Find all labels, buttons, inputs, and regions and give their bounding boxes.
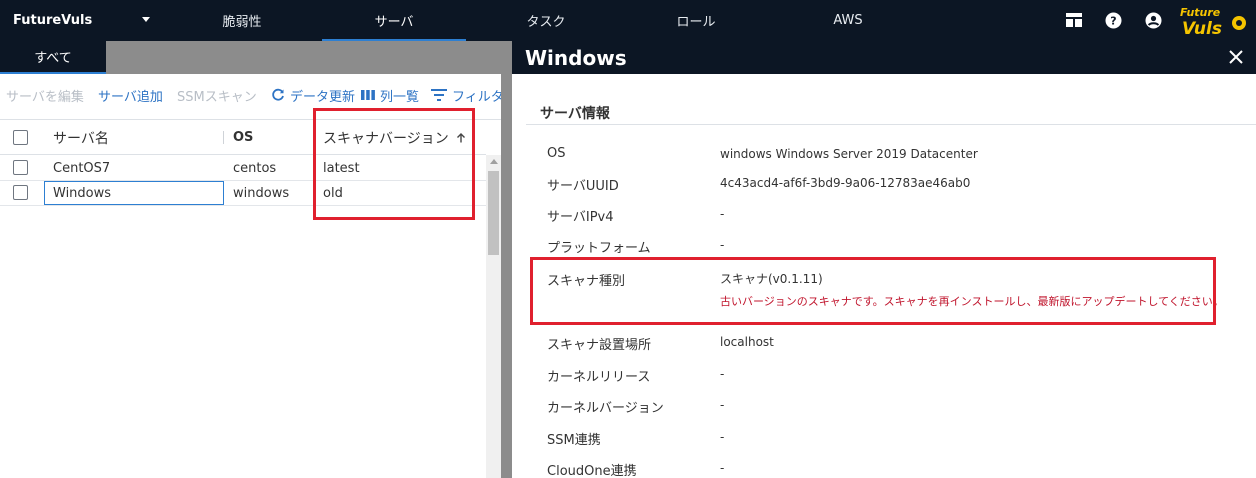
tab-vulnerabilities[interactable]: 脆弱性 — [162, 0, 322, 41]
select-all-checkbox[interactable] — [13, 130, 28, 145]
scanner-version-cell: latest — [323, 160, 360, 176]
button-label: 列一覧 — [380, 89, 420, 105]
field-label-kernel-release: カーネルリリース — [547, 370, 651, 385]
button-label: サーバを編集 — [6, 89, 84, 105]
field-value-platform: - — [720, 238, 725, 252]
column-label: スキャナバージョン — [323, 130, 449, 147]
tab-servers[interactable]: サーバ — [322, 0, 466, 41]
server-list-pane: すべて サーバを編集 サーバ追加 SSMスキャン データ更新 列一覧 フィルタ … — [0, 41, 512, 478]
section-title: サーバ情報 — [540, 106, 610, 122]
refresh-icon — [272, 88, 284, 101]
field-label-server-uuid: サーバUUID — [547, 179, 619, 194]
organization-selector[interactable]: FutureVuls — [0, 0, 160, 41]
field-label-cloudone: CloudOne連携 — [547, 464, 637, 478]
server-name-cell[interactable]: Windows — [44, 181, 224, 205]
ssm-scan-button[interactable]: SSMスキャン — [177, 84, 257, 106]
button-label: サーバ追加 — [98, 89, 163, 105]
help-icon[interactable]: ? — [1104, 11, 1122, 29]
row-checkbox[interactable] — [13, 185, 28, 200]
drawer-header: Windows — [512, 41, 1256, 74]
tab-tasks[interactable]: タスク — [466, 0, 626, 41]
column-separator[interactable] — [313, 131, 314, 144]
column-separator[interactable] — [223, 131, 224, 144]
os-cell: windows — [233, 185, 290, 201]
drawer-title: Windows — [525, 45, 627, 70]
os-cell: centos — [233, 160, 277, 176]
field-value-cloudone: - — [720, 461, 725, 475]
scroll-thumb[interactable] — [488, 171, 499, 255]
add-server-button[interactable]: サーバ追加 — [98, 84, 163, 106]
columns-button[interactable]: 列一覧 — [361, 84, 419, 106]
tab-aws[interactable]: AWS — [768, 0, 928, 41]
tab-label: タスク — [526, 15, 566, 30]
section-divider — [526, 124, 1256, 125]
column-label: サーバ名 — [53, 130, 109, 147]
button-label: フィルタ — [452, 89, 504, 105]
svg-text:Vuls: Vuls — [1182, 19, 1222, 38]
field-value-ssm: - — [720, 430, 725, 444]
field-label-os: OS — [547, 146, 566, 161]
field-label-scanner-type: スキャナ種別 — [547, 274, 626, 289]
filter-button[interactable]: フィルタ — [431, 84, 504, 106]
scanner-outdated-warning: 古いバージョンのスキャナです。スキャナを再インストールし、最新版にアップデートし… — [720, 295, 1224, 308]
organization-name: FutureVuls — [13, 13, 93, 28]
edit-server-button[interactable]: サーバを編集 — [6, 84, 84, 106]
close-icon[interactable] — [1226, 47, 1246, 67]
svg-text:?: ? — [1110, 14, 1116, 27]
server-table: サーバ名 OS スキャナバージョン CentOS7 centos latest … — [0, 119, 501, 478]
pane-divider — [501, 41, 512, 478]
button-label: SSMスキャン — [177, 89, 257, 105]
server-group-tabs: すべて — [0, 41, 512, 74]
sort-ascending-icon — [456, 132, 465, 142]
row-checkbox[interactable] — [13, 160, 28, 175]
field-value-server-ipv4: - — [720, 207, 725, 221]
field-value-kernel-version: - — [720, 398, 725, 412]
field-value-kernel-release: - — [720, 367, 725, 381]
tab-label: ロール — [676, 15, 716, 30]
field-value-scanner-type: スキャナ(v0.1.11) — [720, 272, 823, 286]
table-header: サーバ名 OS スキャナバージョン — [0, 120, 486, 155]
tab-label: すべて — [34, 51, 72, 66]
button-label: データ更新 — [290, 89, 356, 105]
table-scrollbar[interactable] — [486, 155, 501, 478]
column-header-os[interactable]: OS — [233, 120, 253, 155]
scroll-up-arrow[interactable] — [490, 159, 498, 164]
columns-icon — [361, 90, 375, 100]
field-label-platform: プラットフォーム — [547, 241, 651, 256]
scanner-type-highlight — [530, 257, 1216, 325]
column-header-server-name[interactable]: サーバ名 — [53, 120, 109, 155]
dashboard-icon[interactable] — [1065, 11, 1083, 29]
field-label-ssm: SSM連携 — [547, 433, 601, 448]
svg-text:Future: Future — [1180, 6, 1221, 19]
field-label-kernel-version: カーネルバージョン — [547, 401, 664, 416]
scanner-version-cell: old — [323, 185, 343, 201]
account-icon[interactable] — [1144, 11, 1162, 29]
field-label-server-ipv4: サーバIPv4 — [547, 210, 614, 225]
tab-label: サーバ — [374, 15, 414, 30]
refresh-data-button[interactable]: データ更新 — [271, 84, 355, 106]
futurevuls-logo: Future Vuls — [1180, 6, 1246, 38]
tab-label: 脆弱性 — [222, 15, 262, 30]
table-row[interactable]: CentOS7 centos latest — [0, 156, 486, 181]
server-detail-drawer: Windows サーバ情報 OS windows Windows Server … — [512, 41, 1256, 478]
field-value-os: windows Windows Server 2019 Datacenter — [720, 147, 978, 161]
field-value-scanner-location: localhost — [720, 335, 774, 349]
tab-label: AWS — [833, 13, 863, 28]
server-toolbar: サーバを編集 サーバ追加 SSMスキャン データ更新 列一覧 フィルタ — [0, 84, 512, 106]
top-nav-bar: FutureVuls 脆弱性 サーバ タスク ロール AWS ? Future … — [0, 0, 1256, 41]
field-value-server-uuid: 4c43acd4-af6f-3bd9-9a06-12783ae46ab0 — [720, 176, 971, 190]
filter-icon — [431, 89, 447, 101]
chevron-down-icon — [142, 17, 150, 22]
column-header-scanner-version[interactable]: スキャナバージョン — [323, 120, 467, 155]
server-name-cell: CentOS7 — [53, 160, 111, 176]
tab-all-servers[interactable]: すべて — [0, 41, 106, 74]
table-row[interactable]: Windows windows old — [0, 181, 486, 206]
tab-roles[interactable]: ロール — [616, 0, 776, 41]
column-label: OS — [233, 130, 254, 145]
field-label-scanner-location: スキャナ設置場所 — [547, 338, 652, 353]
